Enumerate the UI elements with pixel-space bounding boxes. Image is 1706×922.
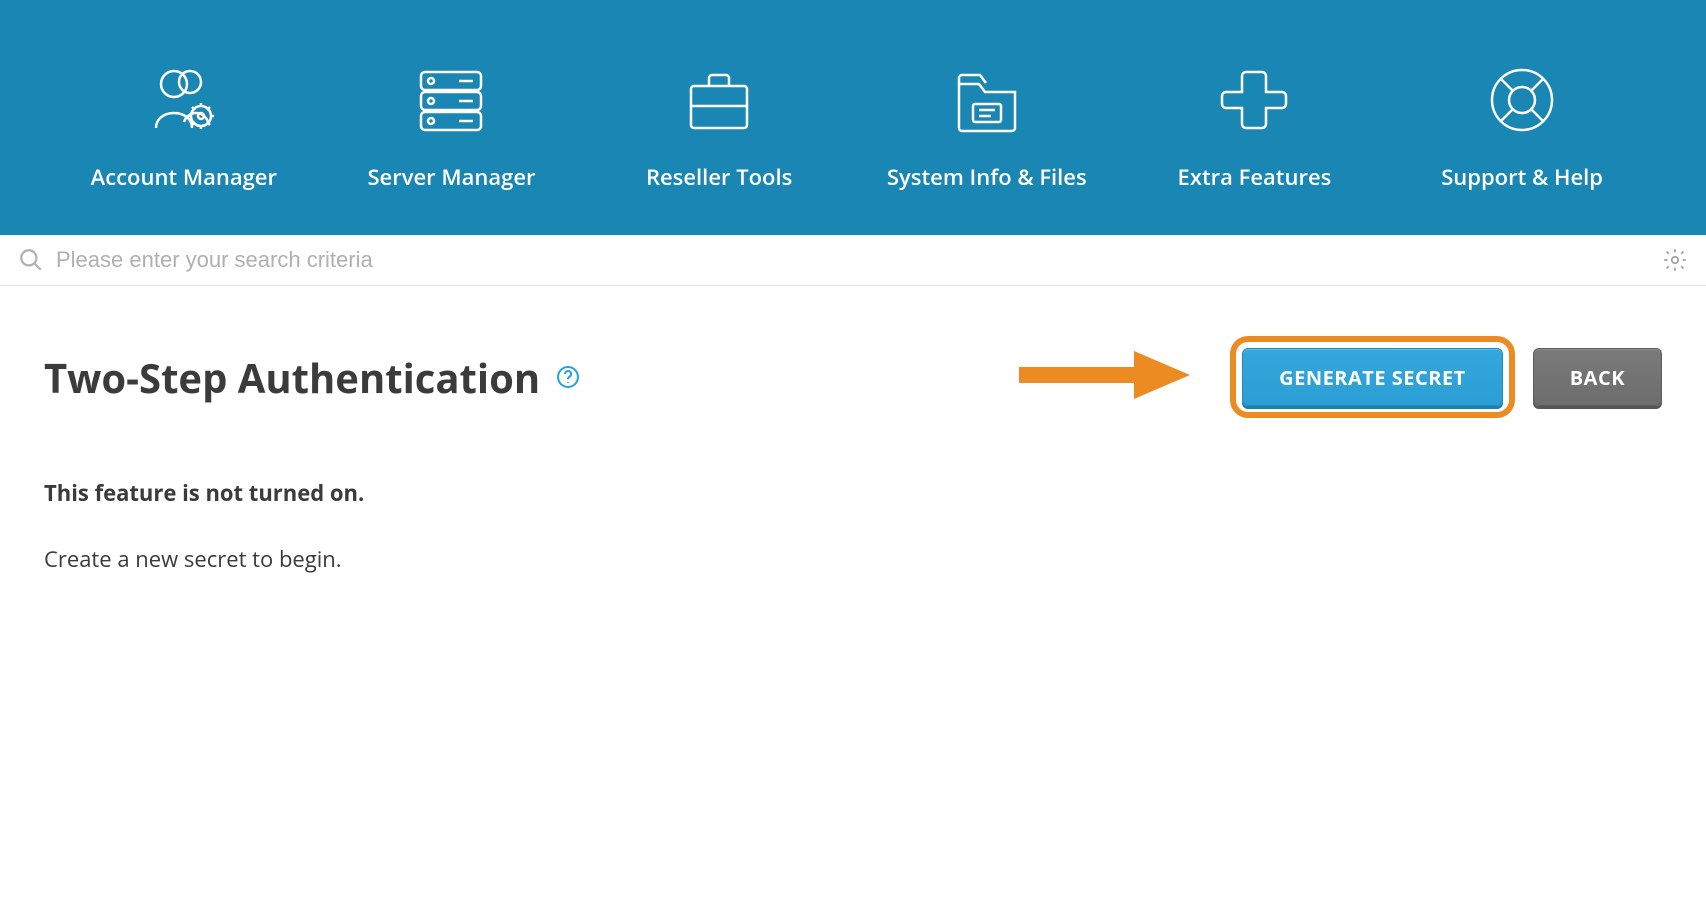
content: Two-Step Authentication GENERATE SECRET … [0, 286, 1706, 624]
nav-account-manager[interactable]: Account Manager [84, 60, 284, 195]
help-text: Create a new secret to begin. [44, 544, 1662, 574]
nav-system-info-files[interactable]: System Info & Files [887, 60, 1087, 195]
nav-reseller-tools[interactable]: Reseller Tools [619, 60, 819, 195]
folder-files-icon [947, 60, 1027, 140]
search-bar [0, 235, 1706, 286]
gear-icon[interactable] [1662, 247, 1688, 273]
title-wrap: Two-Step Authentication [44, 350, 580, 405]
status-text: This feature is not turned on. [44, 478, 1662, 508]
nav-label: Extra Features [1178, 160, 1332, 195]
page-title: Two-Step Authentication [44, 350, 540, 405]
top-nav: Account Manager Server Manager [0, 0, 1706, 235]
nav-support-help[interactable]: Support & Help [1422, 60, 1622, 195]
nav-label: Account Manager [91, 160, 277, 195]
search-input[interactable] [56, 247, 1662, 273]
server-stack-icon [411, 60, 491, 140]
nav-label: System Info & Files [887, 160, 1087, 195]
nav-label: Reseller Tools [646, 160, 792, 195]
back-button[interactable]: BACK [1533, 348, 1662, 406]
actions: GENERATE SECRET BACK [1014, 336, 1662, 418]
users-gear-icon [144, 60, 224, 140]
nav-label: Support & Help [1441, 160, 1603, 195]
briefcase-icon [679, 60, 759, 140]
lifebuoy-icon [1482, 60, 1562, 140]
highlight-frame: GENERATE SECRET [1230, 336, 1515, 418]
plus-icon [1214, 60, 1294, 140]
search-icon [18, 247, 44, 273]
page-header: Two-Step Authentication GENERATE SECRET … [44, 336, 1662, 418]
help-icon[interactable] [556, 365, 580, 389]
nav-server-manager[interactable]: Server Manager [351, 60, 551, 195]
nav-extra-features[interactable]: Extra Features [1154, 60, 1354, 195]
arrow-annotation-icon [1014, 345, 1194, 410]
nav-label: Server Manager [367, 160, 535, 195]
generate-secret-button[interactable]: GENERATE SECRET [1242, 348, 1503, 406]
